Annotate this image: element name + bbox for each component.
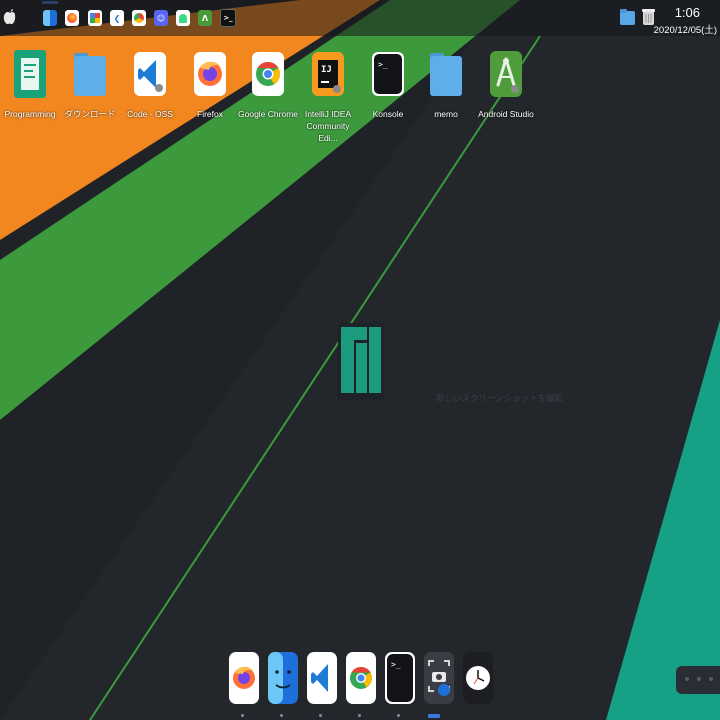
active-indicator [428,714,440,718]
widget-dot [709,677,713,681]
discord-icon: ☺ [154,10,168,26]
task-chrome[interactable] [129,7,149,29]
running-dot [241,714,244,717]
screenshot-caption: 新しいスクリーンショットを撮影 [436,393,564,403]
dock-item-chrome[interactable] [345,652,377,704]
desktop-icon-label: Programming [4,109,56,119]
svg-text:IJ: IJ [321,65,332,75]
desktop-icon-label: Google Chrome [238,109,299,119]
dock-running-indicators [218,714,488,718]
chrome-icon [252,52,284,96]
dock-item-finder[interactable] [267,652,299,704]
folder-icon [74,53,106,96]
dock: >_ [226,648,498,710]
desktop-icon-label: Android Studio [478,109,534,119]
screenshot-icon [424,652,454,704]
desktop-icon-chrome[interactable]: Google Chrome [238,48,298,120]
android-studio-icon: Λ [198,10,212,26]
firefox-icon [65,10,79,26]
clock-time[interactable]: 1:06 [675,5,700,20]
task-android[interactable] [173,7,193,29]
task-finder[interactable] [40,1,60,29]
folder-icon [430,53,462,96]
android-studio-icon [490,51,522,97]
apple-menu-icon[interactable] [3,8,17,26]
manjaro-logo-icon [338,323,384,401]
system-tray: 1:06 2020/12/05(土) [610,0,720,36]
svg-text:>_: >_ [378,60,388,69]
chrome-icon [346,652,376,704]
widget-dot [697,677,701,681]
folder-tray-icon[interactable] [620,8,635,26]
intellij-icon: IJ [312,52,344,96]
desktop-icon-code-oss[interactable]: Code - OSS [120,48,180,120]
task-vscode[interactable]: ❮ [107,7,127,29]
finder-icon [268,652,298,704]
desktop-icon-memo[interactable]: memo [416,48,476,120]
desktop-icon-label: ダウンロード [64,109,116,119]
desktop-icon-label: Konsole [372,109,404,119]
dock-item-clock[interactable] [462,652,494,704]
vscode-icon: ❮ [110,10,124,26]
svg-text:>_: >_ [391,660,401,669]
desktop-icon-label: Code - OSS [127,109,173,119]
terminal-icon: >_ [372,52,404,96]
vscode-icon [134,52,166,96]
desktop-icon-downloads[interactable]: ダウンロード [60,48,120,120]
task-terminal[interactable]: >_ [218,7,238,29]
clock-date[interactable]: 2020/12/05(土) [654,22,717,36]
desktop-icon-intellij[interactable]: IJ IntelliJ IDEA Community Edi... [298,48,358,144]
desktop-icon-konsole[interactable]: >_ Konsole [358,48,418,120]
desktop-icon-firefox[interactable]: Firefox [180,48,240,120]
widget-dot [685,677,689,681]
terminal-icon: >_ [385,652,415,704]
desktop-icon-label: IntelliJ IDEA Community Edi... [304,109,352,143]
dock-item-terminal[interactable]: >_ [384,652,416,704]
vscode-icon [307,652,337,704]
top-panel: ❮ ☺ Λ >_ 1:06 2020/12/05(土) [0,0,720,36]
programming-icon [14,50,46,98]
task-discord[interactable]: ☺ [151,7,171,29]
running-dot [397,714,400,717]
chrome-icon [132,10,146,26]
desktop-icon-android-studio[interactable]: Android Studio [476,48,536,120]
desktop-icon-label: memo [434,109,458,119]
task-pinwheel[interactable] [85,7,105,29]
finder-icon [43,10,57,26]
task-android-studio[interactable]: Λ [195,7,215,29]
firefox-icon [229,652,259,704]
desktop: ❮ ☺ Λ >_ 1:06 2020/12/05(土) Programming … [0,0,720,720]
android-icon [176,10,190,26]
dock-item-firefox[interactable] [228,652,260,704]
dock-item-screenshot[interactable] [423,652,455,704]
desktop-icon-programming[interactable]: Programming [0,48,60,120]
pinwheel-icon [88,10,102,26]
running-dot [319,714,322,717]
running-dot [280,714,283,717]
side-widget[interactable] [676,666,720,694]
task-firefox[interactable] [62,7,82,29]
firefox-icon [194,52,226,96]
clock-icon [463,652,493,704]
running-dot [358,714,361,717]
dock-item-vscode[interactable] [306,652,338,704]
terminal-icon: >_ [220,9,236,27]
desktop-icon-label: Firefox [197,109,223,119]
